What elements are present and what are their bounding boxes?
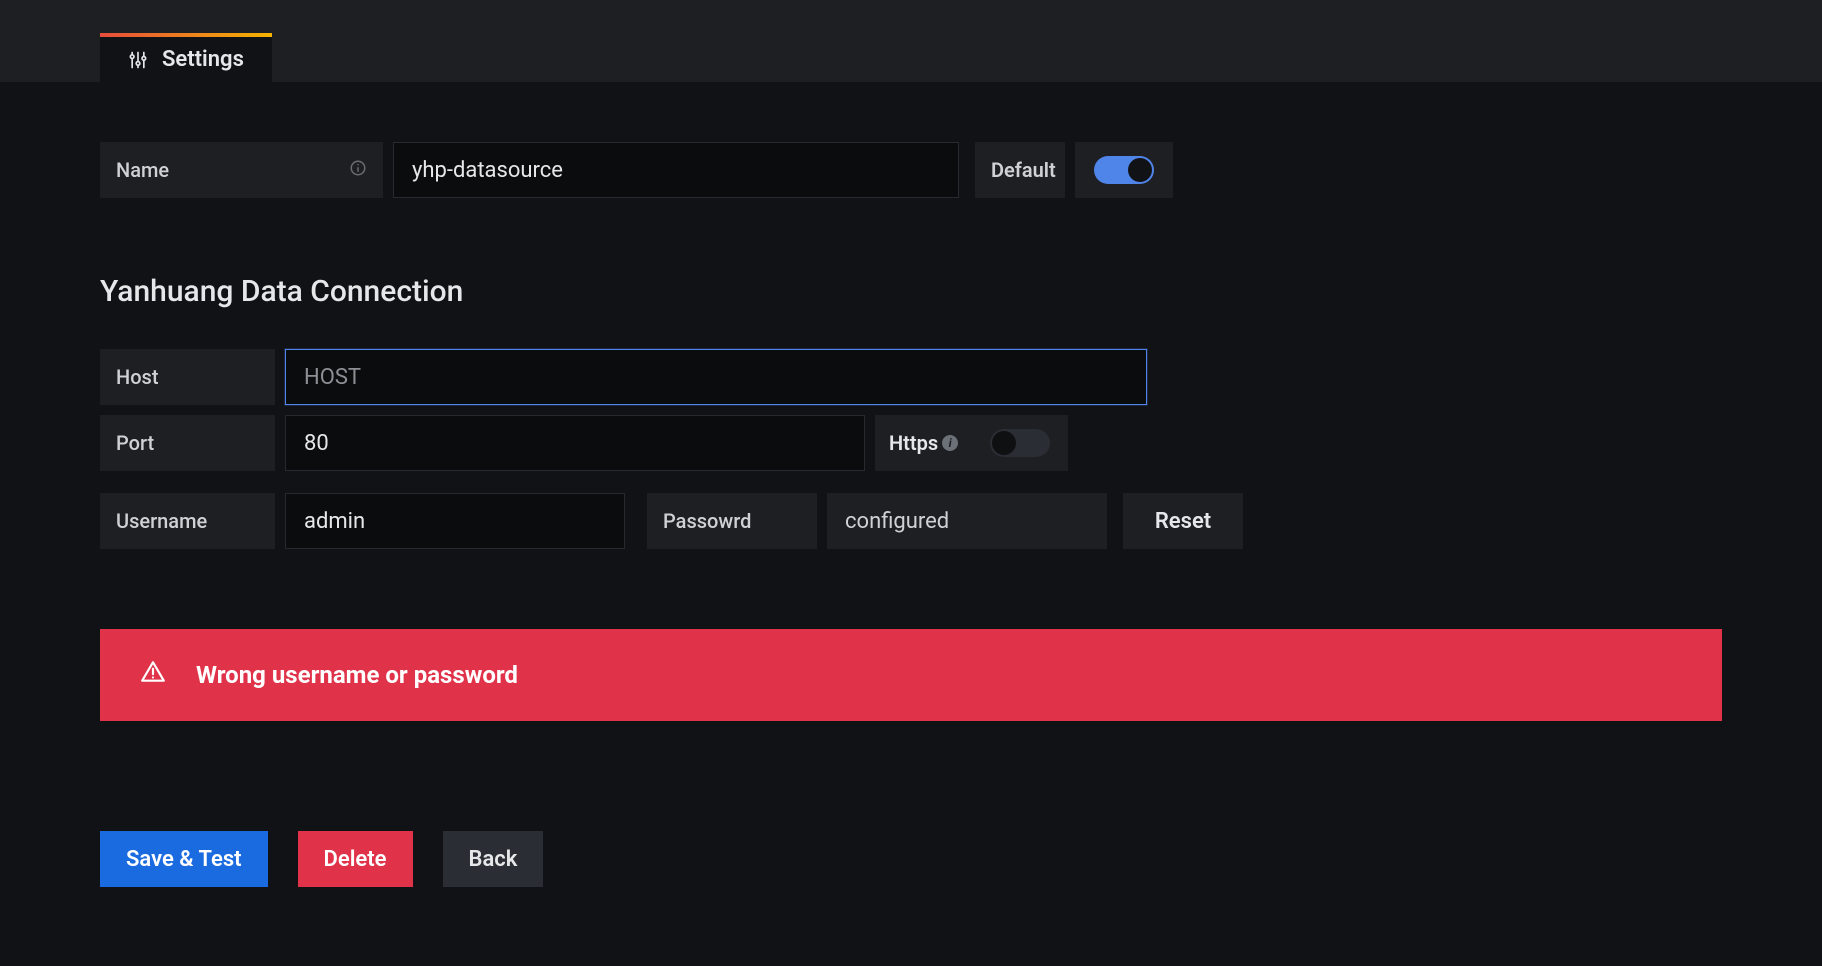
tab-settings[interactable]: Settings (100, 33, 272, 82)
port-input[interactable] (285, 415, 865, 471)
toggle-knob (1128, 158, 1152, 182)
default-toggle-frame (1075, 142, 1173, 198)
host-label-text: Host (116, 365, 159, 389)
host-input[interactable] (285, 349, 1147, 405)
host-label: Host (100, 349, 275, 405)
username-label: Username (100, 493, 275, 549)
name-input[interactable] (393, 142, 959, 198)
sliders-icon (128, 50, 148, 70)
section-title: Yanhuang Data Connection (100, 274, 1722, 309)
port-row: Port Https i (100, 415, 1722, 471)
auth-row: Username Passowrd configured Reset (100, 493, 1722, 549)
footer-buttons: Save & Test Delete Back (100, 831, 1722, 887)
error-alert: Wrong username or password (100, 629, 1722, 721)
https-toggle-frame (972, 415, 1068, 471)
alert-message: Wrong username or password (196, 661, 518, 689)
tab-label: Settings (162, 47, 244, 72)
port-label-text: Port (116, 431, 154, 455)
username-input[interactable] (285, 493, 625, 549)
password-value-text: configured (845, 509, 949, 534)
tab-bar: Settings (0, 0, 1822, 82)
save-and-test-button[interactable]: Save & Test (100, 831, 268, 887)
info-icon[interactable] (349, 158, 367, 182)
host-row: Host (100, 349, 1722, 405)
warning-icon (140, 659, 166, 691)
name-label: Name (100, 142, 383, 198)
username-label-text: Username (116, 509, 207, 533)
https-toggle[interactable] (990, 429, 1050, 457)
port-label: Port (100, 415, 275, 471)
reset-button[interactable]: Reset (1123, 493, 1243, 549)
toggle-knob (992, 431, 1016, 455)
https-label-text: Https (889, 431, 938, 455)
default-label: Default (975, 142, 1065, 198)
https-label: Https i (875, 415, 972, 471)
name-row: Name Default (100, 142, 1722, 198)
default-label-text: Default (991, 158, 1056, 182)
delete-button[interactable]: Delete (298, 831, 413, 887)
name-label-text: Name (116, 158, 169, 182)
password-label: Passowrd (647, 493, 817, 549)
info-icon[interactable]: i (942, 435, 958, 451)
back-button[interactable]: Back (443, 831, 544, 887)
password-label-text: Passowrd (663, 509, 751, 533)
default-toggle[interactable] (1094, 156, 1154, 184)
password-value: configured (827, 493, 1107, 549)
